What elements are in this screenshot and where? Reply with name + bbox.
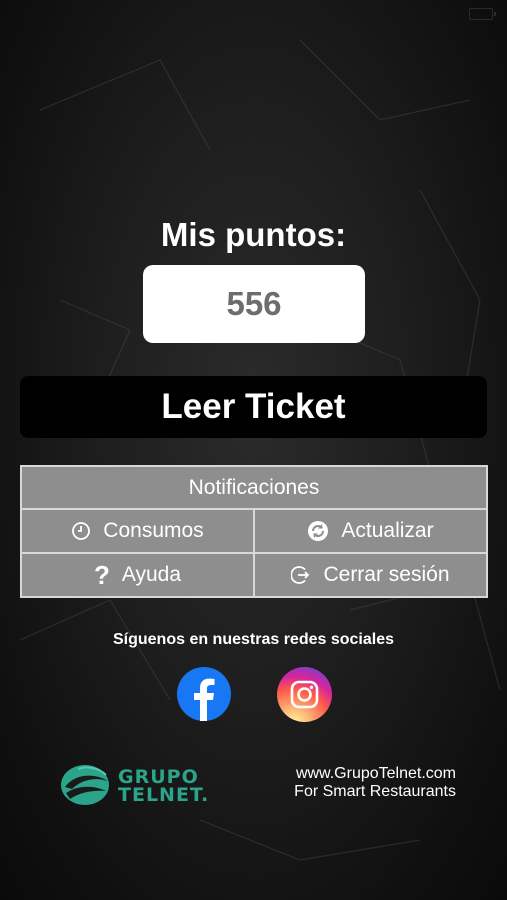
company-url[interactable]: www.GrupoTelnet.com bbox=[250, 765, 456, 783]
grupo-telnet-logo: GRUPO TELNET. bbox=[60, 763, 220, 807]
help-button[interactable]: ? Ayuda bbox=[20, 552, 255, 598]
points-display: 556 bbox=[143, 265, 365, 343]
points-title: Mis puntos: bbox=[160, 216, 347, 253]
read-ticket-button[interactable]: Leer Ticket bbox=[20, 376, 487, 438]
notifications-label: Notificaciones bbox=[188, 475, 320, 499]
logout-label: Cerrar sesión bbox=[323, 563, 450, 586]
logout-icon bbox=[291, 565, 311, 585]
facebook-icon[interactable] bbox=[177, 667, 231, 721]
follow-text: Síguenos en nuestras redes sociales bbox=[112, 631, 394, 648]
app-screen: Mis puntos: 556 Leer Ticket Notificacion… bbox=[0, 0, 507, 900]
telnet-logo-icon bbox=[61, 765, 109, 805]
points-value: 556 bbox=[226, 285, 282, 322]
company-info: www.GrupoTelnet.com For Smart Restaurant… bbox=[250, 765, 456, 801]
help-label: Ayuda bbox=[121, 563, 182, 586]
question-icon: ? bbox=[93, 560, 110, 590]
refresh-icon bbox=[307, 520, 329, 542]
refresh-button[interactable]: Actualizar bbox=[253, 508, 488, 554]
consumption-button[interactable]: Consumos bbox=[20, 508, 255, 554]
logo-line2: TELNET. bbox=[118, 784, 210, 806]
notifications-button[interactable]: Notificaciones bbox=[20, 465, 488, 510]
consumption-label: Consumos bbox=[103, 519, 204, 542]
refresh-label: Actualizar bbox=[341, 519, 434, 542]
company-tagline: For Smart Restaurants bbox=[294, 783, 456, 800]
menu-grid: Notificaciones Consumos Actualizar ? Ayu… bbox=[20, 465, 488, 598]
instagram-icon[interactable] bbox=[277, 667, 332, 722]
battery-icon bbox=[469, 8, 496, 20]
status-bar bbox=[0, 0, 507, 28]
logout-button[interactable]: Cerrar sesión bbox=[253, 552, 488, 598]
clock-icon bbox=[71, 521, 91, 541]
